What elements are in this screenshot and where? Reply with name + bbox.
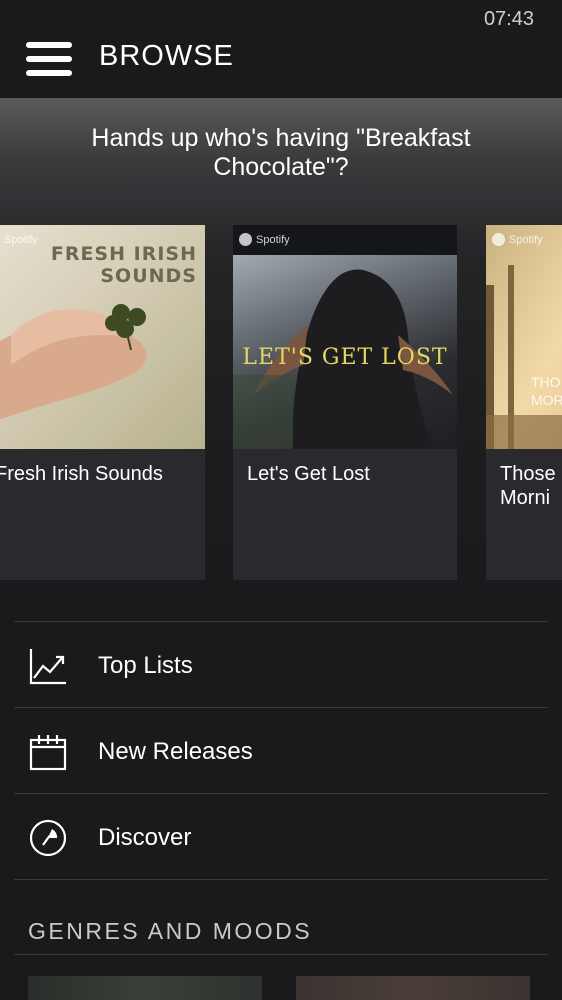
spotify-logo: Spotify [239,233,290,246]
menu-item-new-releases[interactable]: New Releases [14,707,548,793]
genre-tile[interactable] [296,976,530,1000]
menu-item-top-lists[interactable]: Top Lists [14,621,548,707]
spotify-logo: Spotify [4,233,38,246]
browse-menu: Top Lists New Releases Discover [14,621,548,880]
genre-tile[interactable] [28,976,262,1000]
section-divider [14,954,548,955]
menu-item-label: Top Lists [98,652,193,679]
menu-item-label: New Releases [98,738,253,765]
playlist-card-lets-get-lost[interactable]: Spotify LET'S GET LOST Let's Get Lost [233,225,457,580]
playlist-title: Fresh Irish Sounds [0,463,163,485]
playlist-cover-those-mornings: Spotify THO MOR [486,225,562,449]
featured-section: Hands up who's having "Breakfast Chocola… [0,98,562,608]
genres-section-title: GENRES AND MOODS [28,918,313,944]
calendar-icon [29,735,67,771]
playlist-card-fresh-irish-sounds[interactable]: Spotify FRESH IRISH SOUNDS Fresh Irish S… [0,225,205,580]
cover-text: LET'S GET LOST [242,345,448,370]
hamburger-menu-icon[interactable] [26,42,72,76]
cover-text: FRESH IRISH SOUNDS [50,243,197,287]
spotify-logo: Spotify [492,233,543,246]
featured-tagline: Hands up who's having "Breakfast Chocola… [91,124,471,181]
playlist-title: Let's Get Lost [247,463,370,485]
playlist-card-those-mornings[interactable]: Spotify THO MOR Those Morni [486,225,562,580]
compass-icon [29,819,67,857]
cover-text: THO MOR [531,374,562,408]
top-bar: BROWSE [0,22,562,98]
chart-line-icon [29,649,66,685]
menu-item-label: Discover [98,824,192,851]
menu-item-discover[interactable]: Discover [14,793,548,880]
playlist-cover-lets-get-lost: Spotify LET'S GET LOST [233,225,457,449]
playlist-title: Those Morni [500,463,556,509]
playlist-cover-fresh-irish-sounds: Spotify FRESH IRISH SOUNDS [0,225,205,449]
page-title: BROWSE [99,40,234,72]
